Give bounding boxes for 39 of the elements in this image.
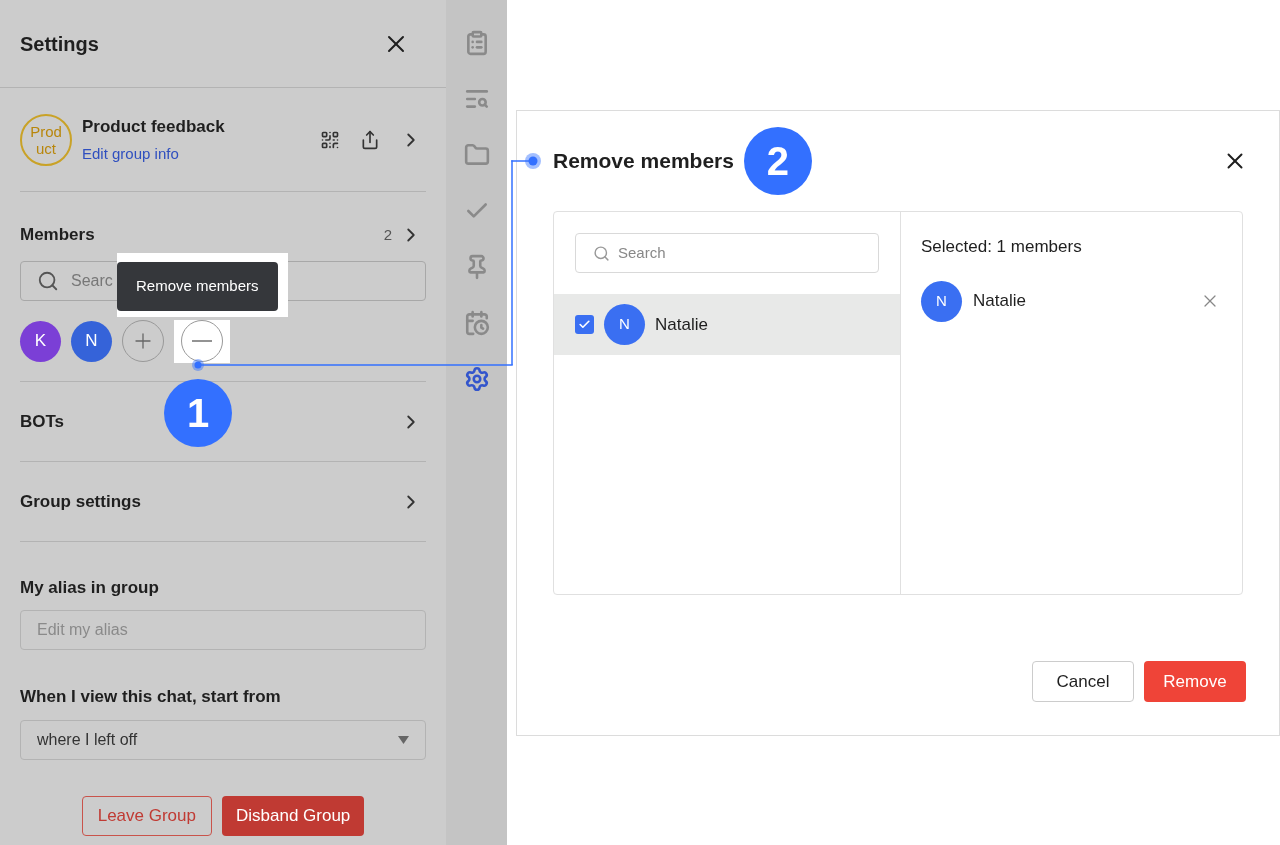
member-count: 2: [383, 224, 392, 245]
member-avatar[interactable]: N: [71, 320, 112, 362]
disband-button[interactable]: Disband Group: [221, 796, 365, 836]
calendar-icon[interactable]: [463, 310, 490, 336]
step-badge: 2: [743, 127, 812, 195]
member-avatar: N: [921, 280, 962, 322]
check-icon: [578, 318, 591, 331]
section-title[interactable]: BOTs: [20, 408, 65, 435]
member-avatar[interactable]: K: [20, 320, 61, 362]
group-avatar: Product: [20, 113, 72, 166]
start-from-select[interactable]: where I left off: [20, 720, 426, 760]
dialog-title: Remove members: [553, 148, 734, 175]
field-label: My alias in group: [20, 577, 160, 599]
dropdown-caret-icon: [398, 736, 409, 744]
member-name: Natalie: [973, 290, 1026, 313]
member-row[interactable]: N Natalie: [554, 294, 900, 355]
alias-field[interactable]: Edit my alias: [20, 609, 426, 650]
search-field[interactable]: Search: [575, 233, 879, 273]
settings-icon[interactable]: [463, 366, 490, 392]
qr-code-icon[interactable]: [320, 129, 340, 150]
section-title: Members: [20, 224, 95, 246]
edit-group-link[interactable]: Edit group info: [82, 143, 320, 166]
member-name: Natalie: [655, 313, 708, 336]
search-icon: [593, 244, 610, 262]
cancel-button[interactable]: Cancel: [1032, 661, 1134, 702]
field-label: When I view this chat, start from: [20, 685, 282, 708]
folder-icon[interactable]: [463, 142, 490, 168]
search-icon: [37, 269, 59, 292]
remove-button[interactable]: Remove: [1144, 661, 1246, 702]
share-icon[interactable]: [360, 129, 380, 150]
member-avatar: N: [604, 304, 645, 345]
minus-icon: [192, 339, 212, 342]
leave-button[interactable]: Leave Group: [81, 796, 212, 836]
checkbox[interactable]: [575, 315, 594, 334]
section-title[interactable]: Group settings: [20, 488, 141, 515]
group-name: Product feedback: [82, 115, 226, 138]
selected-count: Selected: 1 members: [921, 236, 1083, 258]
tooltip: Remove members: [117, 262, 278, 311]
panel-title: Settings: [20, 31, 99, 57]
